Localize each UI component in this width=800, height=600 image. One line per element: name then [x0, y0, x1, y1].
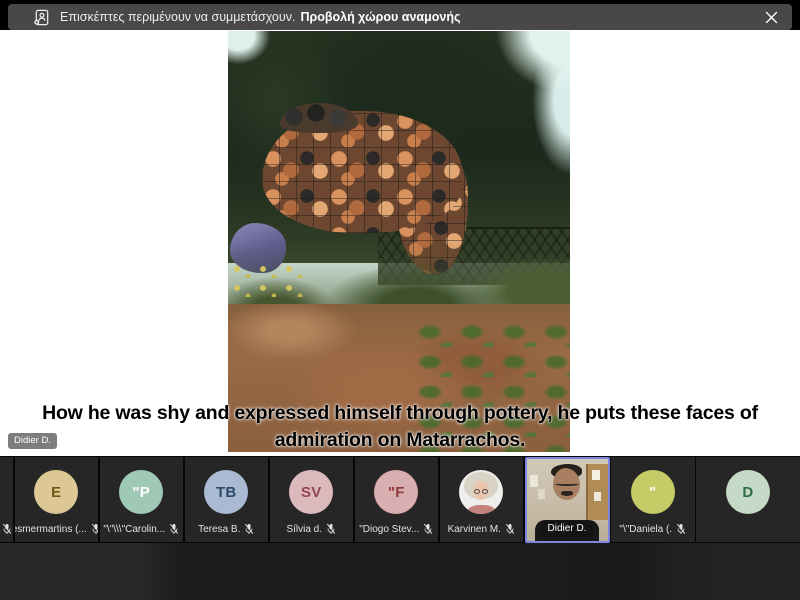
participant-name: Sílvia d.	[286, 524, 322, 535]
participant-tile[interactable]: "P "\"\\\"Carolin...	[100, 457, 184, 542]
presenter-name-label: Didier D.	[8, 433, 57, 449]
participants-filmstrip: E esmermartins (... "P "\"\\\"Carolin...…	[0, 456, 800, 543]
view-lobby-link[interactable]: Προβολή χώρου αναμονής	[300, 10, 460, 24]
banner-close-button[interactable]	[760, 6, 782, 28]
avatar: "P	[119, 470, 163, 514]
photo-avatar	[459, 470, 503, 514]
mic-off-icon	[423, 523, 433, 535]
mic-off-icon	[326, 523, 336, 535]
mic-off-icon	[244, 523, 254, 535]
caption-line-2: admiration on Matarrachos.	[0, 427, 800, 454]
mic-off-icon	[505, 523, 515, 535]
waiting-room-banner: Επισκέπτες περιμένουν να συμμετάσχουν. Π…	[8, 4, 792, 30]
cork-board	[586, 464, 608, 520]
avatar: D	[726, 470, 770, 514]
participant-name: "Diogo Stev...	[359, 524, 419, 535]
avatar: E	[34, 470, 78, 514]
participant-tile[interactable]: "F "Diogo Stev...	[355, 457, 439, 542]
close-icon	[764, 10, 779, 25]
avatar: SV	[289, 470, 333, 514]
participant-name: Teresa B.	[198, 524, 240, 535]
mic-off-icon	[91, 523, 98, 535]
participant-tile[interactable]: TB Teresa B.	[185, 457, 269, 542]
participant-name: esmermartins (...	[15, 524, 87, 535]
caption-line-1: How he was shy and expressed himself thr…	[0, 400, 800, 427]
call-control-bar	[0, 543, 800, 600]
mic-off-icon	[169, 523, 179, 535]
participant-name: Karvinen M.	[448, 524, 501, 535]
avatar: TB	[204, 470, 248, 514]
photo-flowers	[228, 259, 306, 305]
live-captions: How he was shy and expressed himself thr…	[0, 400, 800, 454]
avatar: "	[631, 470, 675, 514]
participant-tile[interactable]: " "\"Daniela (.	[611, 457, 695, 542]
video-name-label: Didier D.	[541, 521, 594, 537]
mic-off-icon	[676, 523, 686, 535]
mic-off-icon	[2, 523, 12, 535]
shared-content-photo	[228, 31, 570, 452]
participant-tile[interactable]: SV Sílvia d.	[270, 457, 354, 542]
participant-tile-partial[interactable]	[0, 457, 13, 542]
participant-tile[interactable]: E esmermartins (...	[15, 457, 99, 542]
participant-name: "\"Daniela (.	[619, 524, 672, 535]
participant-tile-karvinen[interactable]: Karvinen M.	[440, 457, 524, 542]
participant-tile-didier-video[interactable]: Didier D.	[525, 457, 610, 543]
waiting-room-icon	[32, 8, 51, 27]
banner-message: Επισκέπτες περιμένουν να συμμετάσχουν.	[60, 10, 295, 24]
participant-name: "\"\\\"Carolin...	[103, 524, 165, 535]
avatar: "F	[374, 470, 418, 514]
teams-meeting-window: Επισκέπτες περιμένουν να συμμετάσχουν. Π…	[0, 0, 800, 600]
participant-tile[interactable]: D	[696, 457, 800, 542]
shared-screen-stage: How he was shy and expressed himself thr…	[0, 30, 800, 456]
